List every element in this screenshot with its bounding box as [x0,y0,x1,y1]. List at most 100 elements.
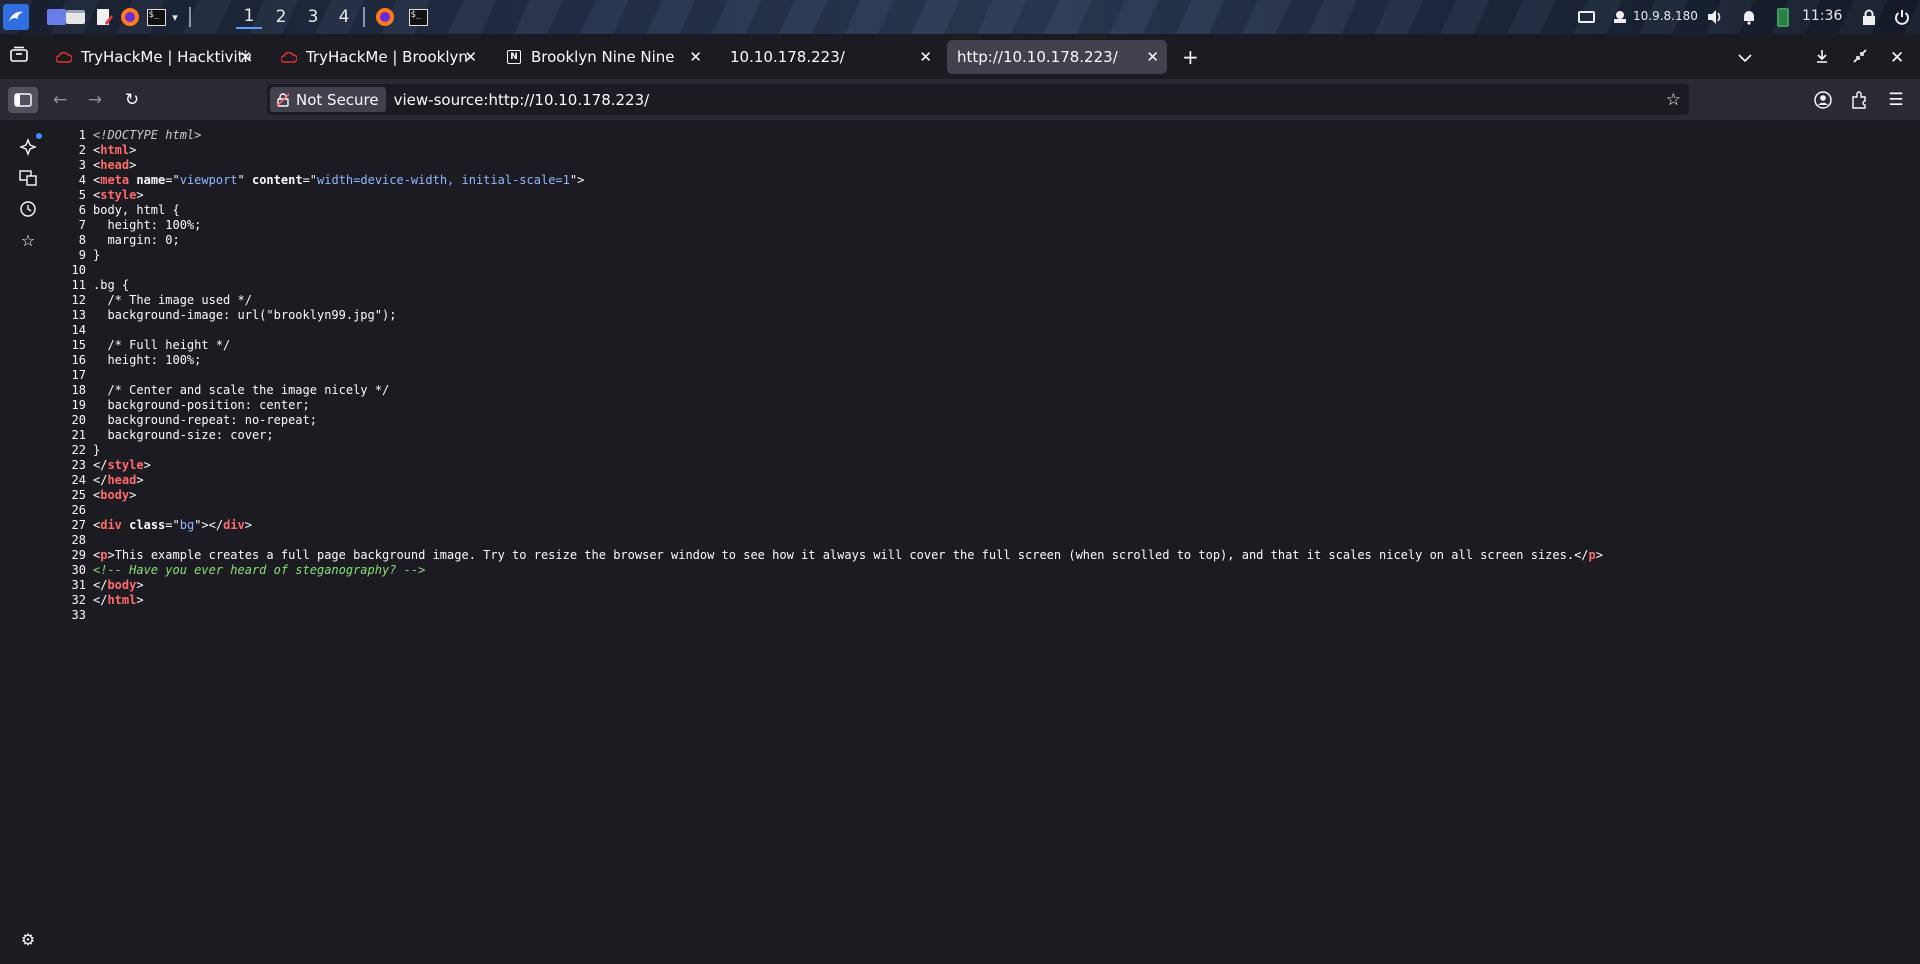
line-number: 23 [71,458,86,472]
line-number: 30 [71,563,86,577]
line-code: /* Full height */ [93,338,231,352]
tab-view-source-active[interactable]: http://10.10.178.223/ ✕ [947,40,1167,74]
ai-chatbot-icon[interactable] [16,133,42,159]
close-tab-icon[interactable]: ✕ [919,48,932,66]
firefox-taskbar-icon[interactable] [374,6,396,28]
line-number: 6 [78,203,86,217]
line-code: <body> [93,488,137,502]
not-secure-label: Not Secure [296,90,379,109]
line-code: height: 100%; [93,353,202,367]
source-line: 8 margin: 0; [56,233,1603,248]
files-icon[interactable] [64,6,86,28]
line-number: 7 [78,218,86,232]
app-menu-icon[interactable]: ☰ [1881,87,1911,113]
line-code: /* The image used */ [93,293,252,307]
firefox-view-icon[interactable] [10,46,28,67]
settings-gear-icon[interactable]: ⚙ [16,927,40,951]
line-number: 26 [71,503,86,517]
line-number: 32 [71,593,86,607]
close-tab-icon[interactable]: ✕ [1146,48,1159,66]
source-line: 32 </html> [56,593,1603,608]
clock[interactable]: 11:36 [1802,8,1842,24]
line-number: 1 [78,128,86,142]
source-line: 27 <div class="bg"></div> [56,518,1603,533]
url-text[interactable]: view-source:http://10.10.178.223/ [394,91,650,109]
line-code: <head> [93,158,137,172]
bookmarks-icon[interactable]: ☆ [16,228,40,252]
bookmark-star-icon[interactable]: ☆ [1666,90,1681,110]
line-number: 19 [71,398,86,412]
restore-window-icon[interactable] [1853,48,1867,68]
back-button[interactable]: ← [45,87,75,113]
line-number: 2 [78,143,86,157]
source-line: 10 [56,263,1603,278]
display-icon[interactable] [1575,6,1597,28]
line-number: 11 [71,278,86,292]
source-line: 30 <!-- Have you ever heard of steganogra… [56,563,1603,578]
source-line: 16 height: 100%; [56,353,1603,368]
line-number: 29 [71,548,86,562]
workspace-2[interactable]: 2 [268,5,294,29]
line-number: 33 [71,608,86,622]
text-editor-icon[interactable] [93,6,115,28]
source-line: 4 <meta name="viewport" content="width=de… [56,173,1603,188]
close-tab-icon[interactable]: ✕ [689,48,702,66]
tab-brooklyn-nine-nine[interactable]: N Brooklyn Nine Nine ✕ [495,40,710,74]
view-source-content: 1 <!DOCTYPE html> 2 <html> 3 <head> 4 <meta nam… [56,120,1920,964]
line-number: 10 [71,263,86,277]
source-line: 25 <body> [56,488,1603,503]
terminal-taskbar-icon[interactable]: $_ [407,6,429,28]
notification-bell-icon[interactable] [1738,6,1760,28]
close-tab-icon[interactable]: ✕ [239,48,252,66]
synced-tabs-icon[interactable] [16,166,40,190]
line-number: 14 [71,323,86,337]
battery-icon[interactable] [1772,6,1794,28]
site-security-button[interactable]: Not Secure [270,87,386,112]
line-code: } [93,443,101,457]
tab-tryhackme-brooklyn[interactable]: TryHackMe | Brooklyn Nine Nine ✕ [270,40,485,74]
new-tab-button[interactable]: + [1182,45,1199,69]
tab-title: Brooklyn Nine Nine [531,48,675,66]
source-line: 14 [56,323,1603,338]
lock-screen-icon[interactable] [1858,6,1880,28]
history-icon[interactable] [16,197,40,221]
account-icon[interactable] [1808,87,1838,113]
line-number: 8 [78,233,86,247]
panel-separator [189,7,191,27]
source-line: 17 [56,368,1603,383]
download-icon[interactable] [1816,48,1828,68]
power-icon[interactable] [1891,6,1913,28]
reload-button[interactable]: ↻ [117,87,147,113]
kali-menu-icon[interactable] [3,4,29,30]
close-window-icon[interactable]: ✕ [1890,48,1904,68]
volume-icon[interactable] [1704,6,1726,28]
source-line: 18 /* Center and scale the image nicely … [56,383,1603,398]
vpn-icon[interactable] [1609,6,1631,28]
line-number: 5 [78,188,86,202]
line-code: <meta name="viewport" content="width=dev… [93,173,585,187]
tab-tryhackme-hacktivities[interactable]: TryHackMe | Hacktivities ✕ [45,40,260,74]
workspace-3[interactable]: 3 [300,5,326,29]
source-line: 21 background-size: cover; [56,428,1603,443]
url-bar[interactable]: Not Secure view-source:http://10.10.178.… [267,84,1689,115]
line-code: body, html { [93,203,180,217]
tab-ip-address[interactable]: 10.10.178.223/ ✕ [720,40,940,74]
list-all-tabs-icon[interactable] [1738,48,1752,68]
workspace-1[interactable]: 1 [236,5,262,29]
chevron-down-icon[interactable]: ▾ [164,6,186,28]
sidebar-toggle-icon[interactable] [8,87,38,113]
firefox-icon[interactable] [119,6,141,28]
forward-button[interactable]: → [80,87,110,113]
line-code: </style> [93,458,151,472]
workspace-4[interactable]: 4 [331,5,357,29]
line-code: background-image: url("brooklyn99.jpg"); [93,308,397,322]
tab-title: TryHackMe | Brooklyn Nine Nine [306,48,470,66]
source-line: 1 <!DOCTYPE html> [56,128,1603,143]
extensions-icon[interactable] [1844,87,1874,113]
tryhackme-icon [55,48,73,66]
line-number: 31 [71,578,86,592]
source-line: 2 <html> [56,143,1603,158]
source-line: 31 </body> [56,578,1603,593]
source-line: 22} [56,443,1603,458]
close-tab-icon[interactable]: ✕ [464,48,477,66]
